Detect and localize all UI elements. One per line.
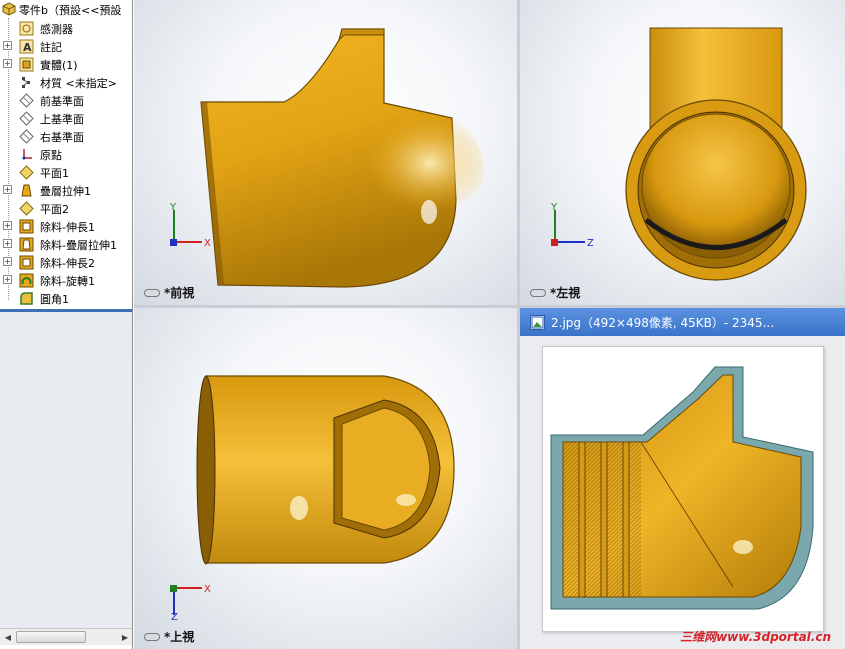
tree-item-label: 除料-伸長1: [40, 221, 95, 234]
tree-item-cut-loft1[interactable]: + 除料-疊層拉伸1: [0, 235, 132, 253]
tree-item-label: 圓角1: [40, 293, 69, 306]
tree-item-cut-revolve1[interactable]: + 除料-旋轉1: [0, 271, 132, 289]
expand-toggle[interactable]: +: [3, 41, 12, 50]
part-icon: [1, 1, 17, 17]
plane-icon: [18, 128, 34, 144]
tree-item-label: 除料-伸長2: [40, 257, 95, 270]
image-file-icon: [530, 314, 545, 330]
svg-text:A: A: [23, 41, 32, 54]
viewport-left[interactable]: Y Z *左視: [520, 0, 845, 305]
axis-z-label: Z: [587, 238, 594, 249]
viewport-label-top: *上視: [144, 628, 194, 645]
image-viewer-window[interactable]: 2.jpg（492×498像素, 45KB）- 2345... 三维网www.3…: [520, 308, 845, 649]
tree-item-cut-extrude1[interactable]: + 除料-伸長1: [0, 217, 132, 235]
tree-item-sensors[interactable]: 感測器: [0, 19, 132, 37]
plane-icon: [18, 110, 34, 126]
sensor-icon: [18, 20, 34, 36]
axis-x-label: X: [204, 584, 211, 595]
expand-toggle[interactable]: +: [3, 257, 12, 266]
loft-icon: [18, 182, 34, 198]
expand-toggle[interactable]: +: [3, 275, 12, 284]
front-view-model[interactable]: [134, 0, 517, 305]
tree-item-annotations[interactable]: + A 註記: [0, 37, 132, 55]
tree-horizontal-scrollbar[interactable]: ◀ ▶: [0, 628, 132, 645]
link-views-icon: [530, 288, 546, 297]
tree-item-label: 除料-疊層拉伸1: [40, 239, 117, 252]
tree-item-label: 前基準面: [40, 95, 84, 108]
plane-icon: [18, 92, 34, 108]
tree-item-solid-bodies[interactable]: + 實體(1): [0, 55, 132, 73]
tree-item-cut-extrude2[interactable]: + 除料-伸長2: [0, 253, 132, 271]
material-icon: [18, 74, 34, 90]
expand-toggle[interactable]: +: [3, 185, 12, 194]
plane-feature-icon: [18, 200, 34, 216]
link-views-icon: [144, 288, 160, 297]
left-view-model[interactable]: [520, 0, 845, 305]
tree-item-origin[interactable]: 原點: [0, 145, 132, 163]
tree-item-label: 實體(1): [40, 59, 78, 72]
section-view-image: [542, 346, 824, 632]
axis-y-label: Y: [169, 202, 177, 213]
origin-icon: [18, 146, 34, 162]
tree-item-label: 平面2: [40, 203, 69, 216]
tree-item-label: 感測器: [40, 23, 73, 36]
link-views-icon: [144, 632, 160, 641]
tree-item-top-plane[interactable]: 上基準面: [0, 109, 132, 127]
tree-item-label: 上基準面: [40, 113, 84, 126]
view-name: *上視: [164, 630, 195, 644]
viewer-title-bar[interactable]: 2.jpg（492×498像素, 45KB）- 2345...: [520, 308, 845, 336]
cut-loft-icon: [18, 236, 34, 252]
tree-item-right-plane[interactable]: 右基準面: [0, 127, 132, 145]
tree-item-loft1[interactable]: + 疊層拉伸1: [0, 181, 132, 199]
watermark-text: 三维网www.3dportal.cn: [680, 630, 831, 644]
plane-feature-icon: [18, 164, 34, 180]
axis-x-label: X: [204, 238, 211, 249]
tree-item-label: 材質 <未指定>: [40, 77, 117, 90]
tree-empty-area: [0, 312, 132, 628]
tree-item-fillet1[interactable]: 圓角1: [0, 289, 132, 307]
view-name: *左視: [550, 286, 581, 300]
viewport-top[interactable]: Z X *上視: [134, 308, 517, 649]
viewport-front[interactable]: Y X *前視: [134, 0, 517, 305]
cut-extrude-icon: [18, 254, 34, 270]
tree-item-label: 原點: [40, 149, 62, 162]
view-name: *前視: [164, 286, 195, 300]
scroll-left-icon[interactable]: ◀: [1, 631, 15, 644]
expand-toggle[interactable]: +: [3, 239, 12, 248]
tree-item-label: 除料-旋轉1: [40, 275, 95, 288]
tree-root-label: 零件b（預設<<預設: [19, 4, 122, 17]
cut-revolve-icon: [18, 272, 34, 288]
scrollbar-thumb[interactable]: [16, 631, 86, 643]
tree-item-label: 註記: [40, 41, 62, 54]
tree-item-front-plane[interactable]: 前基準面: [0, 91, 132, 109]
coordinate-triad: Y X: [169, 202, 211, 249]
expand-toggle[interactable]: +: [3, 59, 12, 68]
annotation-icon: A: [18, 38, 34, 54]
tree-item-material[interactable]: 材質 <未指定>: [0, 73, 132, 91]
scroll-right-icon[interactable]: ▶: [118, 631, 132, 644]
coordinate-triad: Z X: [170, 584, 211, 620]
axis-z-label: Z: [171, 612, 178, 620]
tree-item-label: 疊層拉伸1: [40, 185, 91, 198]
axis-y-label: Y: [550, 202, 558, 213]
cut-extrude-icon: [18, 218, 34, 234]
tree-item-plane2[interactable]: 平面2: [0, 199, 132, 217]
viewport-label-front: *前視: [144, 284, 194, 301]
section-view-drawing: [550, 366, 814, 610]
viewport-label-left: *左視: [530, 284, 580, 301]
expand-toggle[interactable]: +: [3, 221, 12, 230]
coordinate-triad: Y Z: [550, 202, 594, 249]
viewer-title-text: 2.jpg（492×498像素, 45KB）- 2345...: [551, 315, 775, 330]
tree-item-plane1[interactable]: 平面1: [0, 163, 132, 181]
feature-manager-tree: 零件b（預設<<預設 感測器 + A 註記 + 實體(1) 材質 <未指定> 前…: [0, 0, 133, 649]
tree-root-part[interactable]: 零件b（預設<<預設: [0, 0, 132, 18]
tree-item-label: 右基準面: [40, 131, 84, 144]
solid-bodies-icon: [18, 56, 34, 72]
tree-item-label: 平面1: [40, 167, 69, 180]
fillet-icon: [18, 290, 34, 306]
